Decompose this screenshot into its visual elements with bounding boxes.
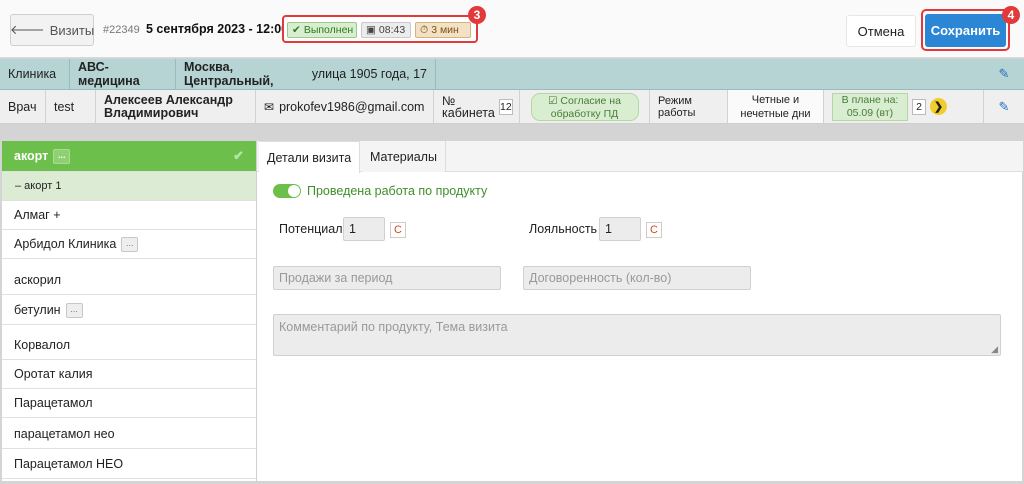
loyalty-input[interactable]: 1 (599, 217, 641, 241)
doctor-row: Врач test Алексеев Александр Владимирови… (0, 90, 1024, 124)
cancel-button[interactable]: Отмена (846, 15, 916, 47)
visit-date: 5 сентября 2023 - 12:00 (146, 22, 289, 36)
annotation-badge: 4 (1002, 6, 1020, 24)
plan-cell: В плане на: 05.09 (вт) 2 ❯ (824, 90, 984, 123)
cabinet-number: 12 (498, 98, 513, 115)
list-item[interactable]: аскорил (2, 266, 256, 295)
save-button[interactable]: Сохранить (925, 14, 1006, 47)
plan-date-badge: В плане на: 05.09 (вт) (832, 92, 908, 121)
list-item[interactable]: Арбидол Клиника... (2, 230, 256, 259)
schedule-label: Режим работы (650, 90, 728, 123)
potential-input[interactable]: 1 (343, 217, 385, 241)
checkbox-icon: ☑ (548, 94, 558, 107)
tab-details[interactable]: Детали визита (259, 141, 361, 173)
list-item[interactable]: Парацетамол НЕО (2, 450, 256, 479)
chevron-right-icon[interactable]: ❯ (930, 98, 947, 115)
clinic-address: Москва, Центральный, улица 1905 года, 17 (176, 59, 436, 89)
envelope-icon: ✉ (264, 99, 275, 114)
tab-materials[interactable]: Материалы (362, 141, 446, 172)
visit-time-badge: ▣ 08:43 (361, 22, 411, 38)
more-options-button[interactable]: ... (53, 148, 71, 164)
back-to-visits-button[interactable]: 🡐 Визиты (10, 14, 94, 46)
doctor-label: Врач (0, 90, 46, 123)
list-item[interactable]: Алмаг + (2, 201, 256, 230)
consent-cell: ☑ Согласие на обработку ПД (520, 90, 650, 123)
visit-details-panel: Детали визита Материалы Проведена работа… (256, 141, 1023, 481)
visit-number: #22349 (103, 24, 140, 36)
list-item[interactable]: парацетамол нео (2, 420, 256, 449)
calendar-icon: ▣ (366, 24, 376, 36)
product-list: акорт ... ✔ – акорт 1 Алмаг + Арбидол Кл… (2, 141, 256, 481)
edit-clinic-button[interactable]: ✎ (984, 59, 1024, 89)
more-options-button[interactable]: ... (65, 302, 83, 318)
pencil-icon: ✎ (998, 98, 1010, 114)
comment-textarea[interactable]: Комментарий по продукту, Тема визита ◢ (273, 314, 1001, 356)
clinic-name: АВС-медицина (70, 59, 176, 89)
resize-handle-icon[interactable]: ◢ (991, 344, 998, 355)
list-item[interactable]: бетулин... (2, 296, 256, 325)
list-item-sub[interactable]: – акорт 1 (2, 172, 256, 201)
consent-badge[interactable]: ☑ Согласие на обработку ПД (530, 92, 639, 121)
stopwatch-icon: ⏱ (420, 23, 429, 36)
cabinet-field: № кабинета 12 (434, 90, 520, 123)
loyalty-label: Лояльность (529, 222, 598, 236)
product-work-toggle-row: Проведена работа по продукту (273, 184, 487, 198)
checkmark-icon: ✔ (233, 148, 244, 163)
sales-period-input[interactable]: Продажи за период (273, 266, 501, 290)
annotation-badge: 3 (468, 6, 486, 24)
potential-c-button[interactable]: С (390, 222, 406, 238)
list-item[interactable]: Оротат калия (2, 360, 256, 389)
doctor-email: ✉ prokofev1986@gmail.com (256, 90, 434, 123)
potential-label: Потенциал (279, 222, 343, 236)
plan-count: 2 (912, 98, 926, 115)
doctor-name: Алексеев Александр Владимирович (96, 90, 256, 123)
list-item[interactable]: Корвалол (2, 331, 256, 360)
loyalty-c-button[interactable]: С (646, 222, 662, 238)
arrow-left-icon: 🡐 (9, 22, 45, 37)
clinic-label: Клиника (0, 59, 70, 89)
list-item[interactable]: Парацетамол (2, 389, 256, 418)
edit-doctor-button[interactable]: ✎ (984, 90, 1024, 123)
product-work-toggle[interactable] (273, 184, 301, 198)
visit-duration-badge: ⏱ 3 мин (415, 22, 471, 38)
more-options-button[interactable]: ... (121, 236, 139, 252)
checkmark-icon: ✔ (292, 24, 301, 36)
list-item-active[interactable]: акорт ... ✔ (2, 141, 256, 172)
visit-header: 🡐 Визиты #22349 5 сентября 2023 - 12:00 … (0, 0, 1024, 58)
agreement-input[interactable]: Договоренность (кол-во) (523, 266, 751, 290)
clinic-row: Клиника АВС-медицина Москва, Центральный… (0, 59, 1024, 90)
status-badge: ✔ Выполнен (287, 22, 357, 38)
doctor-specialty: test (46, 90, 96, 123)
schedule-value: Четные и нечетные дни (728, 90, 824, 123)
pencil-icon: ✎ (998, 66, 1010, 81)
